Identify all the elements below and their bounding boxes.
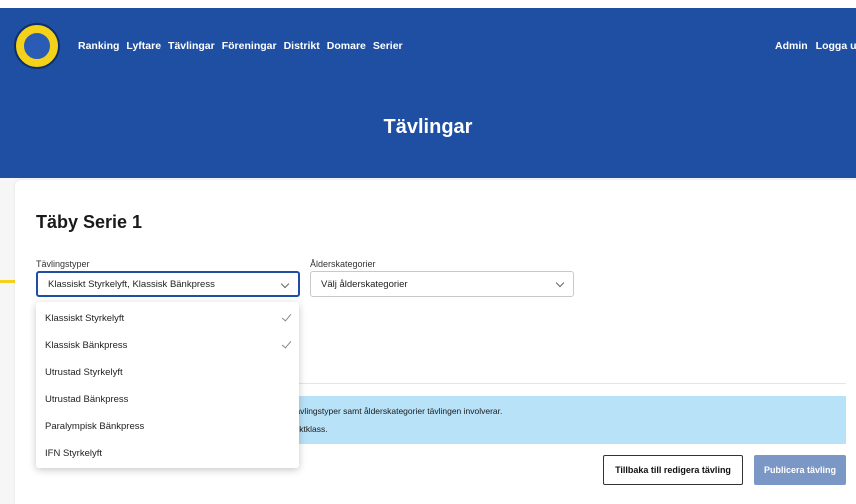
- dropdown-option[interactable]: Klassiskt Styrkelyft: [36, 305, 299, 332]
- competition-title: Täby Serie 1: [36, 212, 143, 232]
- chevron-down-icon: [555, 278, 565, 288]
- top-navbar: Ranking Lyftare Tävlingar Föreningar Dis…: [0, 8, 856, 178]
- competition-types-dropdown: Klassiskt Styrkelyft Klassisk Bänkpress …: [36, 302, 299, 468]
- age-categories-label: Ålderskategorier: [310, 259, 376, 269]
- nav-tavlingar[interactable]: Tävlingar: [168, 40, 215, 52]
- dropdown-option[interactable]: Paralympisk Bänkpress: [36, 413, 299, 440]
- checkmark-icon: [281, 311, 292, 322]
- accent-stripe: [0, 280, 15, 283]
- user-nav: Admin Logga ut: [775, 40, 856, 52]
- option-label: Paralympisk Bänkpress: [45, 421, 145, 432]
- nav-distrikt[interactable]: Distrikt: [284, 40, 320, 52]
- main-nav: Ranking Lyftare Tävlingar Föreningar Dis…: [78, 40, 403, 52]
- nav-ranking[interactable]: Ranking: [78, 40, 119, 52]
- option-label: Klassiskt Styrkelyft: [45, 313, 125, 324]
- checkmark-icon: [281, 338, 292, 349]
- nav-lyftare[interactable]: Lyftare: [126, 40, 161, 52]
- nav-logout[interactable]: Logga ut: [816, 40, 856, 52]
- federation-logo[interactable]: [14, 23, 60, 69]
- page-title: Tävlingar: [383, 116, 473, 138]
- competition-types-label: Tävlingstyper: [36, 259, 90, 269]
- nav-serier[interactable]: Serier: [373, 40, 403, 52]
- competition-types-value: Klassiskt Styrkelyft, Klassisk Bänkpress: [48, 278, 215, 290]
- dropdown-option[interactable]: Klassisk Bänkpress: [36, 332, 299, 359]
- dropdown-option[interactable]: IFN Styrkelyft: [36, 440, 299, 467]
- nav-admin[interactable]: Admin: [775, 40, 808, 52]
- dropdown-option[interactable]: Utrustad Styrkelyft: [36, 359, 299, 386]
- option-label: Utrustad Bänkpress: [45, 394, 129, 405]
- nav-domare[interactable]: Domare: [327, 40, 366, 52]
- logo-emblem-icon: [22, 31, 52, 61]
- competition-types-select[interactable]: Klassiskt Styrkelyft, Klassisk Bänkpress: [36, 271, 300, 297]
- age-categories-select[interactable]: Välj ålderskategorier: [310, 271, 574, 297]
- option-label: Utrustad Styrkelyft: [45, 367, 123, 378]
- nav-foreningar[interactable]: Föreningar: [222, 40, 277, 52]
- top-strip: [0, 0, 856, 8]
- chevron-down-icon: [280, 279, 290, 289]
- option-label: IFN Styrkelyft: [45, 448, 103, 459]
- age-categories-placeholder: Välj ålderskategorier: [321, 278, 408, 290]
- back-to-edit-button[interactable]: Tillbaka till redigera tävling: [603, 455, 743, 485]
- info-text-line-1: a tävlingstyper samt ålderskategorier tä…: [286, 406, 503, 416]
- option-label: Klassisk Bänkpress: [45, 340, 128, 351]
- publish-button[interactable]: Publicera tävling: [754, 455, 846, 485]
- dropdown-option[interactable]: Utrustad Bänkpress: [36, 386, 299, 413]
